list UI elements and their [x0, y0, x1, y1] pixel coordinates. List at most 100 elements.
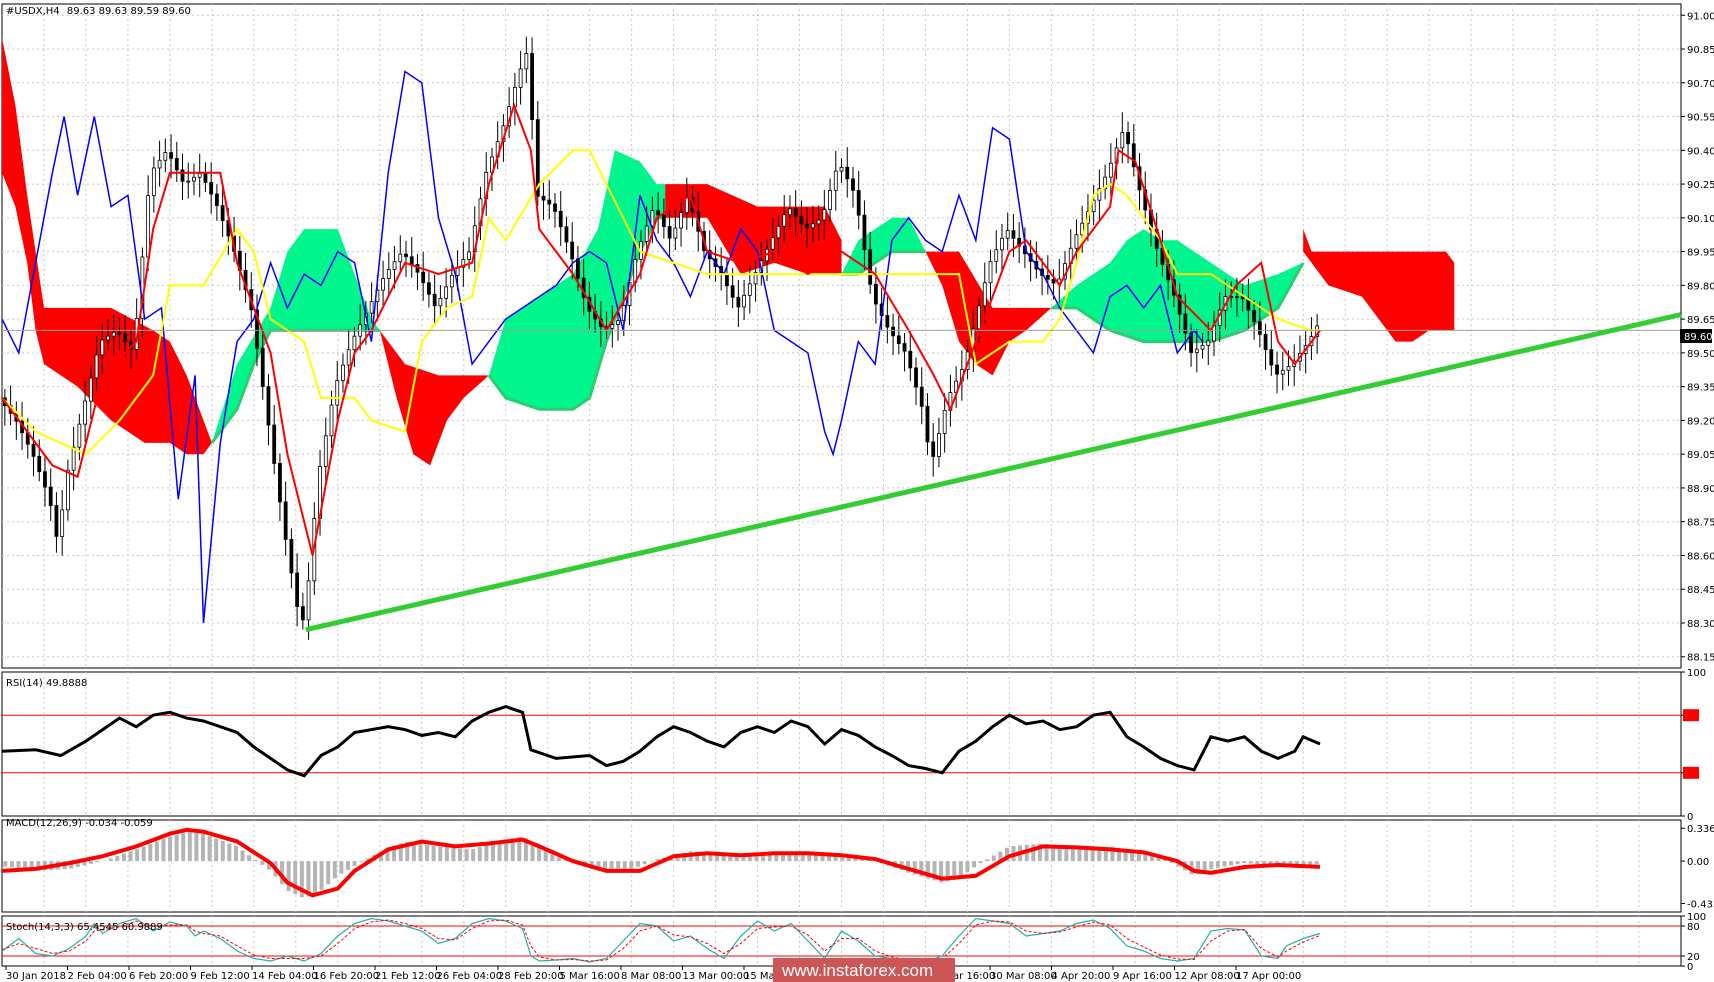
- candle-body: [770, 237, 775, 250]
- candle-body: [616, 320, 620, 325]
- chart-canvas: 91.00 90.85 90.70 90.55 90.40 90.25 90.10 89.95…: [0, 0, 1714, 982]
- candle-body: [1126, 132, 1130, 145]
- x-tick-label: 28 Feb 20:00: [498, 971, 564, 982]
- candle-body: [323, 435, 328, 467]
- candle-body: [805, 223, 810, 229]
- candle-body: [1120, 132, 1125, 149]
- y-tick-label: 0.00: [1687, 857, 1709, 868]
- candle-body: [570, 241, 575, 260]
- candle-body: [1275, 364, 1279, 375]
- candle-body: [1108, 162, 1113, 178]
- candle-body: [851, 178, 855, 191]
- candle-body: [874, 283, 878, 305]
- y-tick-label: 88.30: [1687, 619, 1714, 630]
- candle-body: [335, 380, 340, 406]
- candle-body: [828, 189, 832, 210]
- x-tick-label: 6 Feb 20:00: [129, 971, 188, 982]
- candle-body: [530, 53, 534, 121]
- candle-body: [88, 377, 93, 402]
- candle-body: [725, 273, 729, 287]
- candle-body: [31, 443, 36, 457]
- x-tick-label: 14 Feb 04:00: [252, 971, 318, 982]
- candle-body: [816, 219, 821, 225]
- candle-body: [518, 68, 523, 88]
- candle-body: [111, 331, 116, 337]
- candle-body: [71, 446, 76, 471]
- candle-body: [1206, 340, 1211, 346]
- y-tick-label: 89.65: [1687, 315, 1714, 326]
- x-tick-label: 9 Apr 16:00: [1113, 971, 1172, 982]
- candle-body: [1263, 333, 1268, 351]
- y-tick-label: -0.433: [1687, 899, 1714, 910]
- candle-body: [146, 195, 151, 258]
- candle-body: [782, 214, 787, 227]
- y-tick-label: 0: [1687, 962, 1693, 973]
- candle-body: [329, 404, 334, 437]
- y-tick-label: 0.336: [1687, 824, 1714, 835]
- candle-body: [610, 324, 615, 329]
- candle-body: [977, 305, 981, 330]
- candle-body: [289, 538, 294, 574]
- candle-body: [1257, 321, 1262, 335]
- candle-body: [369, 301, 374, 314]
- candle-body: [524, 53, 529, 70]
- candle-body: [123, 333, 128, 343]
- candle-body: [1235, 296, 1239, 299]
- y-tick-label: 90.25: [1687, 180, 1714, 191]
- candle-body: [902, 343, 907, 352]
- level-label-bg: [1683, 766, 1699, 779]
- candle-body: [169, 152, 173, 159]
- y-tick-label: 90.40: [1687, 146, 1714, 157]
- candle-body: [1045, 275, 1050, 280]
- candle-body: [810, 223, 815, 229]
- candle-body: [381, 278, 385, 291]
- candle-body: [994, 249, 999, 262]
- candle-body: [1200, 344, 1205, 350]
- candle-body: [1011, 230, 1016, 239]
- candle-body: [409, 256, 414, 265]
- y-tick-label: 89.05: [1687, 450, 1714, 461]
- y-tick-label: 90.70: [1687, 79, 1714, 90]
- x-tick-label: 17 Apr 00:00: [1236, 971, 1301, 982]
- candle-body: [266, 386, 271, 426]
- candle-body: [151, 167, 156, 196]
- candle-body: [174, 157, 179, 171]
- candle-body: [94, 354, 99, 379]
- y-tick-label: 88.45: [1687, 585, 1714, 596]
- candle-body: [667, 226, 672, 239]
- candle-body: [793, 208, 798, 217]
- candle-body: [467, 251, 471, 260]
- candle-body: [982, 282, 987, 307]
- candle-body: [180, 169, 185, 182]
- y-tick-label: 90.10: [1687, 214, 1714, 225]
- candle-body: [833, 170, 838, 191]
- x-tick-label: 8 Mar 08:00: [621, 971, 681, 982]
- x-tick-label: 26 Feb 04:00: [437, 971, 503, 982]
- candle-body: [392, 261, 397, 270]
- candle-body: [673, 227, 678, 239]
- x-tick-label: 4 Apr 20:00: [1052, 971, 1111, 982]
- candle-body: [1005, 230, 1010, 239]
- candle-body: [386, 269, 391, 279]
- candle-body: [66, 469, 70, 511]
- candle-body: [1286, 366, 1291, 371]
- candle-body: [1269, 349, 1274, 366]
- candle-body: [432, 293, 437, 307]
- candle-body: [421, 271, 426, 284]
- candle-body: [925, 405, 930, 443]
- candle-body: [547, 199, 552, 205]
- candle-body: [272, 424, 277, 464]
- candle-body: [192, 176, 196, 182]
- candle-body: [839, 166, 844, 172]
- candle-body: [914, 367, 918, 388]
- y-tick-label: 91.00: [1687, 11, 1714, 22]
- x-tick-label: 16 Feb 20:00: [314, 971, 380, 982]
- candle-body: [736, 296, 741, 308]
- candle-body: [346, 349, 351, 366]
- candle-body: [776, 225, 781, 239]
- candle-body: [553, 203, 557, 212]
- candle-body: [106, 335, 110, 341]
- rsi-pane-label: RSI(14) 49.8888: [6, 678, 87, 689]
- candle-body: [404, 253, 408, 258]
- candle-body: [209, 182, 214, 195]
